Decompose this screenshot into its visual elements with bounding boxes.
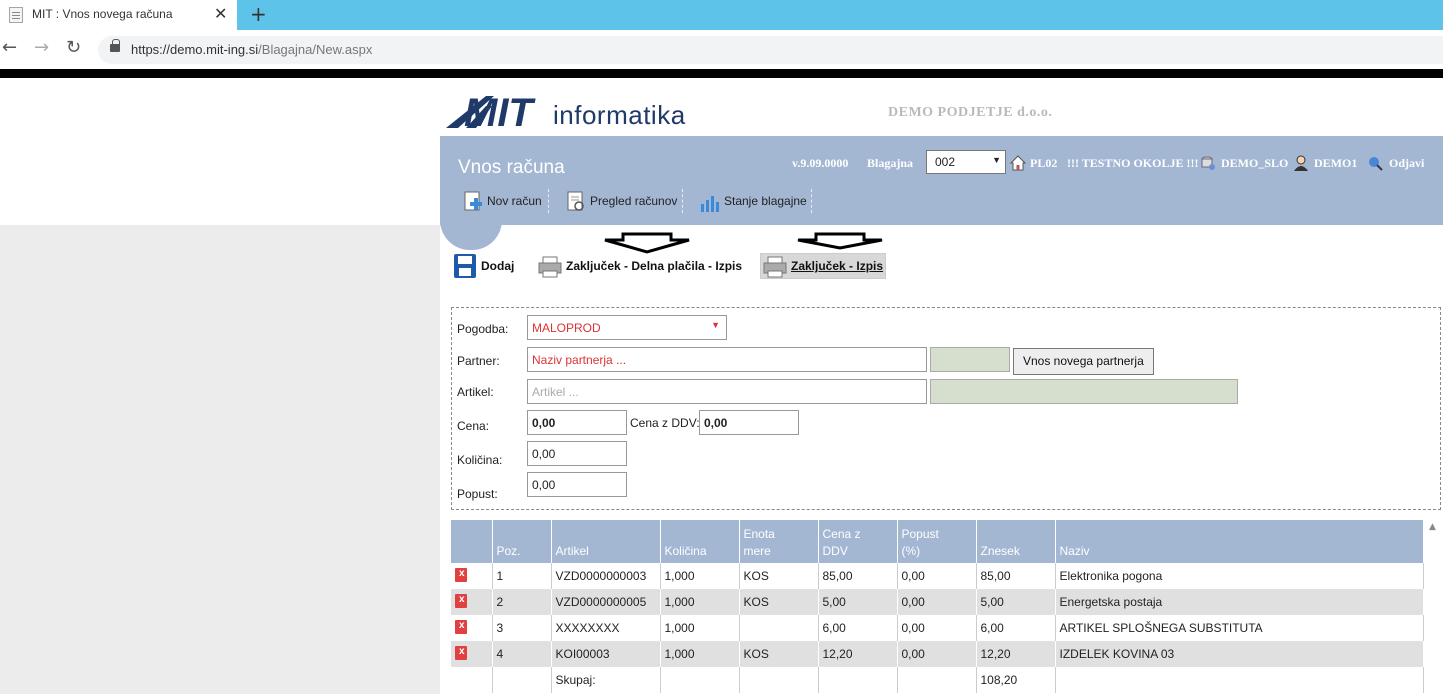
price-vat-input[interactable]: 0,00 — [699, 410, 799, 435]
column-header-discount[interactable]: Popust (%) — [897, 520, 977, 563]
logout-link[interactable]: Odjavi — [1389, 156, 1424, 171]
partner-label: Partner: — [457, 354, 500, 368]
column-header-unit[interactable]: Enota mere — [739, 520, 819, 563]
table-row: 3 XXXXXXXX 1,000 6,00 0,00 6,00 ARTIKEL … — [451, 615, 1424, 641]
browser-tab-bar: MIT : Vnos novega računa ✕ + — [0, 0, 1443, 30]
printer-icon — [538, 256, 562, 278]
discount-input[interactable]: 0,00 — [527, 472, 627, 497]
column-header-price[interactable]: Cena z DDV — [818, 520, 898, 563]
add-button[interactable]: Dodaj — [453, 253, 518, 279]
article-name-field — [930, 379, 1238, 404]
logo-text: informatika — [553, 100, 686, 130]
url-text: https://demo.mit-ing.si/Blagajna/New.asp… — [131, 42, 373, 57]
blagajna-select[interactable]: 002 ▼ — [926, 150, 1006, 174]
article-label: Artikel: — [457, 385, 494, 399]
close-tab-icon[interactable]: ✕ — [214, 4, 227, 23]
window-divider — [0, 69, 1443, 78]
article-input[interactable]: Artikel ... — [527, 379, 927, 404]
table-row: 4 KOI00003 1,000 KOS 12,20 0,00 12,20 IZ… — [451, 641, 1424, 667]
table-row: 1 VZD0000000003 1,000 KOS 85,00 0,00 85,… — [451, 563, 1424, 589]
partner-input[interactable]: Naziv partnerja ... — [527, 347, 927, 372]
printer-icon — [763, 256, 787, 278]
user-icon — [1294, 155, 1308, 171]
menu-divider — [811, 189, 812, 213]
column-header-position[interactable]: Poz. — [492, 520, 552, 563]
version-text: v.9.09.0000 — [792, 156, 849, 170]
logout-icon[interactable] — [1367, 155, 1383, 171]
delete-row-icon[interactable] — [455, 619, 467, 634]
partner-code-field — [930, 347, 1010, 372]
menu-cash-balance[interactable]: Stanje blagajne — [699, 190, 809, 214]
page-title: Vnos računa — [458, 157, 565, 178]
delete-row-icon[interactable] — [455, 645, 467, 660]
forward-arrow-icon[interactable]: → — [34, 37, 49, 58]
price-label: Cena: — [457, 419, 490, 433]
delete-row-icon[interactable] — [455, 593, 467, 608]
table-total-row: Skupaj: 108,20 — [451, 667, 1424, 693]
table-row: 2 VZD0000000005 1,000 KOS 5,00 0,00 5,00… — [451, 589, 1424, 615]
close-partial-payments-button[interactable]: Zaključek - Delna plačila - Izpis — [538, 253, 748, 279]
reload-icon[interactable]: ↻ — [66, 37, 81, 58]
total-amount: 108,20 — [976, 667, 1056, 693]
document-search-icon — [567, 191, 584, 211]
database-icon — [1201, 156, 1215, 170]
chevron-down-icon: ▼ — [711, 320, 720, 330]
discount-label: Popust: — [457, 487, 498, 501]
quantity-label: Količina: — [457, 453, 503, 467]
address-bar: ← → ↻ https://demo.mit-ing.si/Blagajna/N… — [0, 30, 1443, 69]
column-header-actions — [451, 520, 493, 563]
down-arrow-icon — [797, 232, 883, 250]
user-name: DEMO1 — [1314, 156, 1358, 170]
invoice-items-table: Poz. Artikel Količina Enota mere Cena z DD… — [451, 520, 1424, 693]
svg-text:MIT: MIT — [464, 92, 536, 132]
bar-chart-icon — [701, 196, 719, 212]
close-print-button[interactable]: Zaključek - Izpis — [760, 253, 886, 279]
browser-tab[interactable]: MIT : Vnos novega računa ✕ — [0, 0, 237, 30]
database-name: DEMO_SLO — [1221, 156, 1289, 170]
quantity-input[interactable]: 0,00 — [527, 441, 627, 466]
scroll-up-icon[interactable]: ▲ — [1429, 522, 1436, 532]
column-header-article[interactable]: Artikel — [551, 520, 661, 563]
url-field[interactable]: https://demo.mit-ing.si/Blagajna/New.asp… — [98, 36, 1443, 64]
company-name: DEMO PODJETJE d.o.o. — [888, 105, 1053, 120]
page-favicon-icon — [9, 7, 23, 23]
delete-row-icon[interactable] — [455, 567, 467, 582]
new-tab-icon[interactable]: + — [250, 2, 267, 26]
new-partner-button[interactable]: Vnos novega partnerja — [1013, 348, 1154, 375]
blagajna-label: Blagajna — [867, 156, 914, 170]
home-icon — [1010, 155, 1026, 171]
save-icon — [454, 254, 476, 278]
menu-divider — [548, 189, 549, 213]
new-document-icon — [464, 191, 482, 211]
price-vat-label: Cena z DDV: — [630, 416, 700, 430]
location-code: PL02 — [1030, 156, 1058, 170]
tab-title: MIT : Vnos novega računa — [32, 7, 173, 21]
test-env-label: !!! TESTNO OKOLJE !!! — [1067, 156, 1199, 170]
down-arrow-icon — [604, 232, 690, 254]
back-arrow-icon[interactable]: ← — [2, 37, 17, 58]
column-header-amount[interactable]: Znesek — [976, 520, 1056, 563]
column-header-name[interactable]: Naziv — [1055, 520, 1424, 563]
menu-new-invoice[interactable]: Nov račun — [462, 190, 546, 214]
contract-label: Pogodba: — [457, 322, 509, 336]
column-header-quantity[interactable]: Količina — [660, 520, 740, 563]
contract-select[interactable]: MALOPROD ▼ — [527, 315, 727, 340]
price-input[interactable]: 0,00 — [527, 410, 627, 435]
total-label: Skupaj: — [551, 667, 661, 693]
lock-icon — [110, 39, 120, 52]
menu-review-invoices[interactable]: Pregled računov — [565, 190, 680, 214]
menu-divider — [682, 189, 683, 213]
table-header-row: Poz. Artikel Količina Enota mere Cena z DD… — [451, 520, 1424, 563]
chevron-down-icon: ▼ — [992, 155, 1001, 165]
